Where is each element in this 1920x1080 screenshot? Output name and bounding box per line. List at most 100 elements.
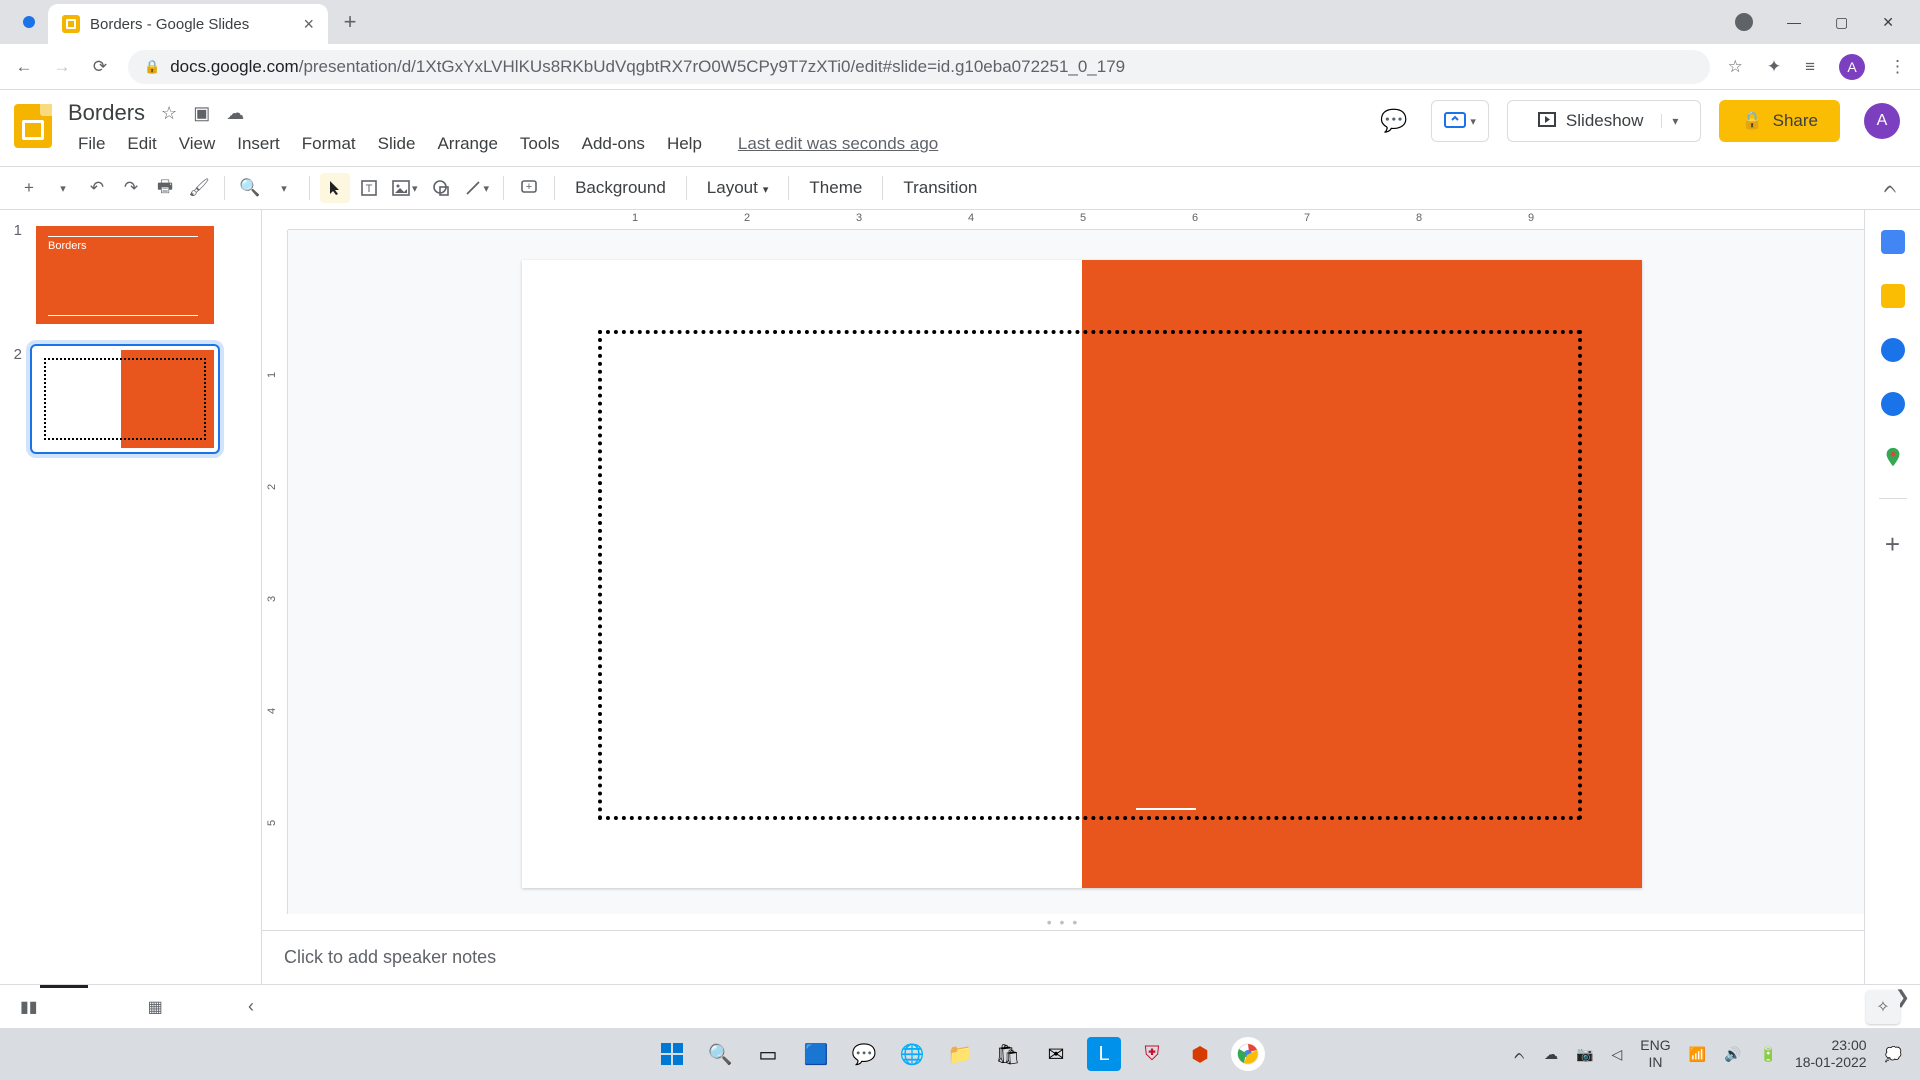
document-title[interactable]: Borders	[68, 100, 145, 126]
transition-button[interactable]: Transition	[893, 178, 987, 198]
maximize-icon[interactable]: ▢	[1835, 14, 1848, 31]
thumbnail-row-2[interactable]: 2	[8, 344, 253, 454]
contacts-addon-icon[interactable]	[1881, 392, 1905, 416]
search-icon[interactable]: 🔍	[703, 1037, 737, 1071]
back-icon[interactable]: ←	[14, 57, 34, 77]
grid-view-icon[interactable]: ▦	[148, 997, 163, 1017]
move-icon[interactable]: ▣	[193, 103, 210, 124]
menu-format[interactable]: Format	[292, 130, 366, 158]
thumbnail-row-1[interactable]: 1 Borders	[8, 220, 253, 330]
new-slide-button[interactable]: +	[14, 173, 44, 203]
office-icon[interactable]: ⬢	[1183, 1037, 1217, 1071]
slideshow-button[interactable]: Slideshow	[1520, 111, 1662, 131]
comments-icon[interactable]: 💬	[1380, 108, 1413, 134]
current-slide[interactable]	[522, 260, 1642, 888]
clock[interactable]: 23:00 18-01-2022	[1795, 1037, 1867, 1071]
new-tab-button[interactable]: +	[328, 9, 362, 35]
line-tool[interactable]: ▾	[460, 173, 494, 203]
collapse-filmstrip-icon[interactable]: ‹	[248, 996, 254, 1017]
menu-addons[interactable]: Add-ons	[572, 130, 655, 158]
menu-insert[interactable]: Insert	[227, 130, 290, 158]
location-icon[interactable]: ◁	[1612, 1046, 1623, 1063]
notifications-icon[interactable]: 💭	[1885, 1046, 1902, 1063]
mail-icon[interactable]: ✉	[1039, 1037, 1073, 1071]
task-view-icon[interactable]: ▭	[751, 1037, 785, 1071]
explore-button[interactable]: ✧	[1866, 990, 1900, 1024]
image-tool[interactable]: ▾	[388, 173, 422, 203]
volume-icon[interactable]: 🔊	[1724, 1046, 1741, 1063]
last-edit-info[interactable]: Last edit was seconds ago	[728, 130, 948, 158]
print-button[interactable]: 🖶	[150, 173, 180, 203]
minimize-icon[interactable]: —	[1787, 14, 1801, 30]
star-icon[interactable]: ☆	[161, 103, 177, 124]
chrome-icon[interactable]	[1231, 1037, 1265, 1071]
theme-button[interactable]: Theme	[799, 178, 872, 198]
chat-icon[interactable]: 💬	[847, 1037, 881, 1071]
new-slide-dropdown[interactable]: ▾	[48, 173, 78, 203]
slideshow-dropdown[interactable]: ▾	[1661, 114, 1688, 128]
guest-icon[interactable]	[1735, 13, 1753, 31]
close-window-icon[interactable]: ✕	[1882, 14, 1894, 31]
reading-list-icon[interactable]: ≡	[1805, 57, 1815, 77]
filmstrip-view-icon[interactable]: ▮▮	[20, 997, 38, 1017]
menu-slide[interactable]: Slide	[368, 130, 426, 158]
close-tab-icon[interactable]: ×	[303, 14, 314, 35]
get-addons-button[interactable]: +	[1885, 529, 1900, 560]
paint-format-button[interactable]: 🖌	[184, 173, 214, 203]
share-button[interactable]: 🔒 Share	[1719, 100, 1840, 142]
slide-thumbnail-1[interactable]: Borders	[30, 220, 220, 330]
menu-view[interactable]: View	[169, 130, 226, 158]
small-white-line[interactable]	[1136, 808, 1196, 810]
menu-help[interactable]: Help	[657, 130, 712, 158]
account-avatar[interactable]: A	[1864, 103, 1900, 139]
cloud-status-icon[interactable]: ☁	[226, 103, 244, 124]
slide-stage[interactable]	[288, 230, 1864, 914]
explorer-icon[interactable]: 📁	[943, 1037, 977, 1071]
slide-thumbnail-2-selected[interactable]	[30, 344, 220, 454]
mcafee-icon[interactable]: ⛨	[1135, 1037, 1169, 1071]
undo-button[interactable]: ↶	[82, 173, 112, 203]
layout-button[interactable]: Layout ▾	[697, 178, 779, 198]
menu-tools[interactable]: Tools	[510, 130, 570, 158]
chrome-menu-icon[interactable]: ⋮	[1889, 57, 1906, 77]
background-button[interactable]: Background	[565, 178, 676, 198]
comment-tool[interactable]: +	[514, 173, 544, 203]
wifi-icon[interactable]: 📶	[1689, 1046, 1706, 1063]
zoom-dropdown[interactable]: ▾	[269, 173, 299, 203]
profile-avatar[interactable]: A	[1839, 54, 1865, 80]
select-tool[interactable]	[320, 173, 350, 203]
vertical-ruler[interactable]: 1 2 3 4 5	[262, 230, 288, 914]
omnibox[interactable]: 🔒 docs.google.com/presentation/d/1XtGxYx…	[128, 50, 1710, 84]
language-indicator[interactable]: ENG IN	[1640, 1037, 1670, 1071]
onedrive-icon[interactable]: ☁	[1544, 1046, 1558, 1063]
chrome-profile-dot[interactable]	[10, 0, 48, 44]
speaker-notes[interactable]: Click to add speaker notes	[262, 930, 1864, 984]
shape-tool[interactable]	[426, 173, 456, 203]
extensions-icon[interactable]: ✦	[1767, 57, 1781, 77]
slides-logo[interactable]	[14, 104, 58, 148]
edge-icon[interactable]: 🌐	[895, 1037, 929, 1071]
app-l-icon[interactable]: L	[1087, 1037, 1121, 1071]
present-to-meeting-button[interactable]: ▾	[1431, 100, 1489, 142]
tasks-addon-icon[interactable]	[1881, 338, 1905, 362]
notes-resize-handle[interactable]: • • •	[262, 914, 1864, 930]
keep-addon-icon[interactable]	[1881, 284, 1905, 308]
menu-arrange[interactable]: Arrange	[427, 130, 507, 158]
menu-file[interactable]: File	[68, 130, 115, 158]
reload-icon[interactable]: ⟳	[90, 57, 110, 77]
zoom-button[interactable]: 🔍	[235, 173, 265, 203]
horizontal-ruler[interactable]: 1 2 3 4 5 6 7 8 9	[288, 210, 1864, 230]
dotted-placeholder[interactable]	[598, 330, 1582, 820]
collapse-toolbar-button[interactable]: ᨈ	[1876, 173, 1906, 203]
bookmark-star-icon[interactable]: ☆	[1728, 57, 1743, 77]
textbox-tool[interactable]: T	[354, 173, 384, 203]
start-button[interactable]	[655, 1037, 689, 1071]
browser-tab[interactable]: Borders - Google Slides ×	[48, 4, 328, 44]
battery-icon[interactable]: 🔋	[1760, 1046, 1777, 1063]
tray-chevron-icon[interactable]: ᨈ	[1514, 1046, 1526, 1063]
maps-addon-icon[interactable]	[1882, 446, 1904, 468]
meet-now-icon[interactable]: 📷	[1576, 1046, 1593, 1063]
store-icon[interactable]: 🛍	[991, 1037, 1025, 1071]
redo-button[interactable]: ↷	[116, 173, 146, 203]
forward-icon[interactable]: →	[52, 57, 72, 77]
